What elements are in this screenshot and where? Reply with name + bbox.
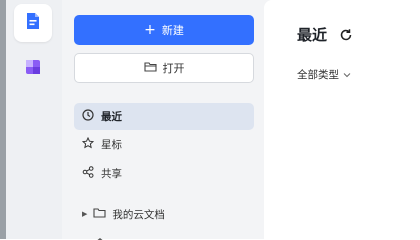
share-icon [82, 166, 101, 181]
sidebar: + 新建 打开 最近 星标 共享 ▶ 我的云文档 [64, 0, 264, 240]
sidebar-item-label: 共享 [101, 168, 122, 180]
sidebar-item-label: 最近 [101, 111, 122, 123]
document-icon [25, 12, 41, 34]
new-button-label: 新建 [161, 24, 184, 37]
clock-icon [82, 109, 101, 124]
star-icon [81, 136, 101, 152]
rail-docs-button[interactable] [14, 4, 52, 42]
window-edge [0, 0, 6, 239]
type-filter-label: 全部类型 [297, 69, 339, 81]
open-folder-icon [143, 61, 163, 75]
chevron-down-icon [343, 69, 351, 81]
folder-icon [93, 207, 112, 221]
refresh-icon[interactable] [339, 27, 353, 41]
open-button[interactable]: 打开 [74, 53, 254, 83]
main-content: 最近 全部类型 [264, 0, 420, 239]
sidebar-item-starred[interactable]: 星标 [74, 131, 254, 158]
rail-apps-button[interactable] [14, 50, 52, 88]
caret-right-icon[interactable]: ▶ [82, 210, 87, 218]
apps-icon [25, 59, 41, 79]
sidebar-item-recent[interactable]: 最近 [74, 103, 254, 130]
type-filter-dropdown[interactable]: 全部类型 [297, 67, 351, 82]
sidebar-item-shared[interactable]: 共享 [74, 160, 254, 187]
plus-icon: + [144, 22, 156, 38]
app-window: + 新建 打开 最近 星标 共享 ▶ 我的云文档 最近 全部类型 [0, 0, 420, 240]
tree-item-label: 我的云文档 [112, 208, 165, 221]
tree-next-item-icon [94, 232, 106, 240]
page-title: 最近 [297, 26, 328, 44]
left-rail [0, 0, 62, 239]
tree-item-my-cloud-docs[interactable]: ▶ 我的云文档 [74, 201, 254, 227]
sidebar-item-label: 星标 [101, 139, 122, 151]
new-button[interactable]: + 新建 [74, 15, 254, 45]
open-button-label: 打开 [162, 62, 185, 75]
